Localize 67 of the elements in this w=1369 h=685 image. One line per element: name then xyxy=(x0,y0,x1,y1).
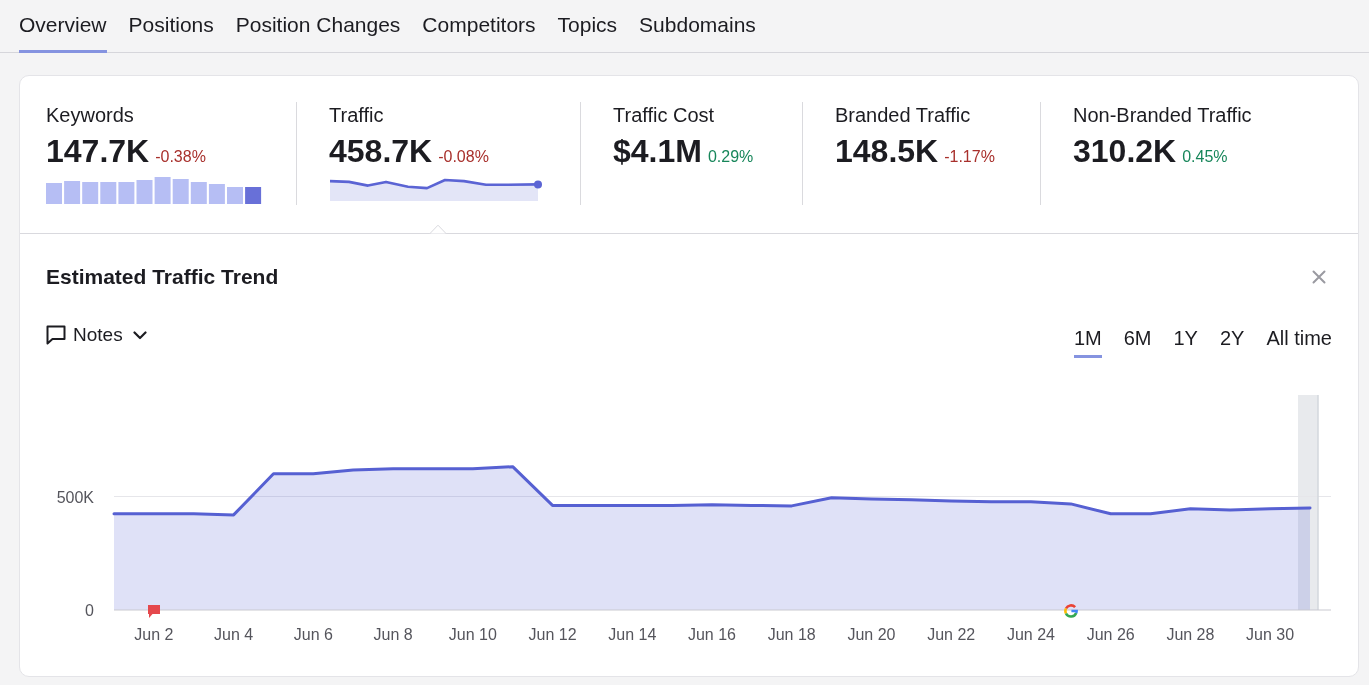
metric-value: $4.1M xyxy=(613,133,702,169)
y-axis-label: 500K xyxy=(56,488,94,506)
trend-bar xyxy=(172,179,189,204)
metric-change: 0.45% xyxy=(1182,148,1228,166)
multicolor-g-icon[interactable] xyxy=(1063,604,1078,618)
x-axis-label: Jun 20 xyxy=(847,626,896,643)
x-axis-label: Jun 24 xyxy=(1006,626,1055,643)
chevron-down-icon xyxy=(132,330,147,340)
period-tab[interactable]: 1Y xyxy=(1173,320,1198,358)
period-tab[interactable]: All time xyxy=(1266,320,1332,358)
trend-bar xyxy=(100,182,117,204)
x-axis-label: Jun 12 xyxy=(528,626,577,643)
metric-value: 458.7K xyxy=(329,133,433,169)
notes-dropdown[interactable]: Notes xyxy=(46,320,147,350)
nav-tab[interactable]: Competitors xyxy=(422,0,536,53)
y-axis-label: 0 xyxy=(85,602,94,619)
nav-tab[interactable]: Topics xyxy=(557,0,618,53)
metric-change: -1.17% xyxy=(944,148,995,166)
x-axis-label: Jun 2 xyxy=(134,626,174,643)
metric-tile[interactable]: Keywords 147.7K -0.38% xyxy=(20,76,296,233)
comment-icon xyxy=(46,325,66,345)
trend-bar xyxy=(190,182,207,204)
trend-bar xyxy=(118,182,135,204)
x-axis-label: Jun 22 xyxy=(927,626,976,643)
metric-label: Non-Branded Traffic xyxy=(1073,103,1252,127)
trend-bar xyxy=(82,182,99,204)
metric-tile[interactable]: Traffic 458.7K -0.08% xyxy=(296,76,580,233)
metric-label: Traffic xyxy=(329,103,384,127)
trend-bar xyxy=(208,184,225,204)
metric-value: 148.5K xyxy=(835,133,939,169)
x-axis-label: Jun 18 xyxy=(767,626,816,643)
nav-tab[interactable]: Positions xyxy=(128,0,214,53)
period-tab[interactable]: 1M xyxy=(1073,320,1102,358)
metric-label: Branded Traffic xyxy=(835,103,971,127)
metric-tile[interactable]: Non-Branded Traffic 310.2K 0.45% xyxy=(1040,76,1358,233)
period-tab[interactable]: 2Y xyxy=(1219,320,1245,358)
metric-change: -0.08% xyxy=(438,148,489,166)
trend-bar xyxy=(245,187,262,204)
period-tab[interactable]: 6M xyxy=(1123,320,1152,358)
nav-tab[interactable]: Overview xyxy=(19,0,107,53)
metric-value: 147.7K xyxy=(46,133,150,169)
trend-bar xyxy=(64,181,81,204)
x-axis-label: Jun 14 xyxy=(608,626,657,643)
metric-tile[interactable]: Branded Traffic 148.5K -1.17% xyxy=(802,76,1040,233)
section-title: Estimated Traffic Trend xyxy=(46,264,279,290)
trend-bar xyxy=(46,183,62,204)
metric-change: -0.38% xyxy=(155,148,206,166)
x-axis-label: Jun 4 xyxy=(214,626,254,643)
metric-change: 0.29% xyxy=(707,148,754,166)
x-axis-label: Jun 30 xyxy=(1246,626,1295,643)
x-axis-label: Jun 26 xyxy=(1086,626,1135,643)
flag-icon[interactable] xyxy=(147,605,160,618)
x-axis-label: Jun 6 xyxy=(293,626,333,643)
nav-tab[interactable]: Subdomains xyxy=(639,0,756,53)
metric-value: 310.2K xyxy=(1073,133,1177,169)
x-axis-label: Jun 10 xyxy=(448,626,497,643)
trend-bar xyxy=(136,180,153,204)
x-axis-label: Jun 28 xyxy=(1166,626,1215,643)
close-icon[interactable] xyxy=(1312,270,1326,284)
trend-bar xyxy=(154,177,171,204)
trend-bar xyxy=(227,187,243,204)
metric-tile[interactable]: Traffic Cost $4.1M 0.29% xyxy=(580,76,802,233)
metric-label: Keywords xyxy=(46,103,134,127)
nav-tab[interactable]: Position Changes xyxy=(235,0,401,53)
x-axis-label: Jun 8 xyxy=(373,626,413,643)
x-axis-label: Jun 16 xyxy=(688,626,736,643)
metric-label: Traffic Cost xyxy=(613,103,715,127)
